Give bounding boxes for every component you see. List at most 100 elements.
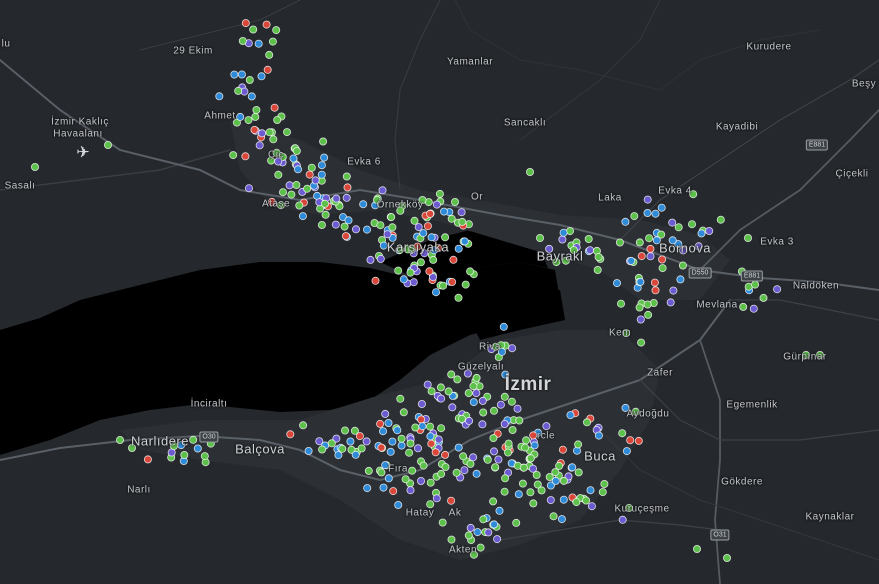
map-marker[interactable] [515, 416, 524, 425]
map-marker[interactable] [292, 146, 301, 155]
map-marker[interactable] [469, 382, 478, 391]
map-marker[interactable] [377, 468, 386, 477]
map-marker[interactable] [586, 246, 595, 255]
map-marker[interactable] [518, 479, 527, 488]
map-marker[interactable] [410, 216, 419, 225]
map-marker[interactable] [396, 394, 405, 403]
map-marker[interactable] [558, 235, 567, 244]
map-marker[interactable] [234, 86, 243, 95]
map-marker[interactable] [378, 427, 387, 436]
map-marker[interactable] [377, 443, 386, 452]
map-marker[interactable] [448, 403, 457, 412]
map-marker[interactable] [473, 528, 482, 537]
map-marker[interactable] [447, 370, 456, 379]
map-marker[interactable] [342, 172, 351, 181]
map-marker[interactable] [658, 255, 667, 264]
map-marker[interactable] [257, 129, 266, 138]
map-marker[interactable] [318, 445, 327, 454]
map-marker[interactable] [425, 422, 434, 431]
map-marker[interactable] [460, 466, 469, 475]
map-marker[interactable] [759, 293, 768, 302]
map-marker[interactable] [454, 443, 463, 452]
map-marker[interactable] [304, 446, 313, 455]
map-marker[interactable] [237, 70, 246, 79]
map-marker[interactable] [254, 39, 263, 48]
map-marker[interactable] [327, 439, 336, 448]
map-marker[interactable] [397, 441, 406, 450]
map-marker[interactable] [289, 154, 298, 163]
map-marker[interactable] [438, 518, 447, 527]
map-marker[interactable] [489, 447, 498, 456]
map-marker[interactable] [401, 475, 410, 484]
map-marker[interactable] [180, 450, 189, 459]
map-marker[interactable] [399, 275, 408, 284]
map-marker[interactable] [484, 528, 493, 537]
map-marker[interactable] [193, 444, 202, 453]
map-marker[interactable] [411, 423, 420, 432]
map-marker[interactable] [454, 244, 463, 253]
map-marker[interactable] [379, 483, 388, 492]
map-marker[interactable] [317, 161, 326, 170]
map-marker[interactable] [397, 434, 406, 443]
map-marker[interactable] [529, 431, 538, 440]
map-marker[interactable] [320, 199, 329, 208]
map-marker[interactable] [419, 461, 428, 470]
map-marker[interactable] [529, 499, 538, 508]
map-marker[interactable] [419, 229, 428, 238]
map-marker[interactable] [437, 424, 446, 433]
map-marker[interactable] [344, 216, 353, 225]
map-marker[interactable] [626, 436, 635, 445]
map-marker[interactable] [559, 228, 568, 237]
map-marker[interactable] [366, 255, 375, 264]
map-marker[interactable] [635, 238, 644, 247]
map-marker[interactable] [637, 252, 646, 261]
map-marker[interactable] [423, 380, 432, 389]
map-marker[interactable] [434, 435, 443, 444]
map-marker[interactable] [472, 373, 481, 382]
map-marker[interactable] [586, 486, 595, 495]
map-marker[interactable] [723, 554, 732, 563]
map-marker[interactable] [388, 223, 397, 232]
map-marker[interactable] [744, 233, 753, 242]
map-marker[interactable] [584, 234, 593, 243]
map-marker[interactable] [293, 165, 302, 174]
map-marker[interactable] [526, 454, 535, 463]
map-marker[interactable] [479, 408, 488, 417]
map-marker[interactable] [457, 208, 466, 217]
map-marker[interactable] [383, 230, 392, 239]
map-marker[interactable] [351, 225, 360, 234]
map-marker[interactable] [476, 543, 485, 552]
map-marker[interactable] [594, 431, 603, 440]
map-marker[interactable] [387, 213, 396, 222]
map-marker[interactable] [251, 112, 260, 121]
map-marker[interactable] [489, 434, 498, 443]
map-marker[interactable] [493, 535, 502, 544]
map-marker[interactable] [432, 200, 441, 209]
map-marker[interactable] [346, 437, 355, 446]
map-marker[interactable] [357, 444, 366, 453]
map-marker[interactable] [469, 453, 478, 462]
map-marker[interactable] [413, 444, 422, 453]
map-marker[interactable] [678, 261, 687, 270]
map-marker[interactable] [627, 256, 636, 265]
map-marker[interactable] [376, 419, 385, 428]
map-marker[interactable] [311, 176, 320, 185]
map-marker[interactable] [371, 276, 380, 285]
map-marker[interactable] [273, 116, 282, 125]
map-marker[interactable] [491, 463, 500, 472]
map-marker[interactable] [644, 310, 653, 319]
map-marker[interactable] [636, 277, 645, 286]
map-marker[interactable] [439, 207, 448, 216]
map-marker[interactable] [551, 476, 560, 485]
map-marker[interactable] [305, 170, 314, 179]
map-marker[interactable] [417, 415, 426, 424]
map-marker[interactable] [229, 151, 238, 160]
map-marker[interactable] [241, 19, 250, 28]
map-marker[interactable] [441, 450, 450, 459]
map-marker[interactable] [450, 197, 459, 206]
map-marker[interactable] [384, 418, 393, 427]
map-marker[interactable] [693, 545, 702, 554]
map-marker[interactable] [773, 285, 782, 294]
map-marker[interactable] [274, 170, 283, 179]
map-marker[interactable] [676, 275, 685, 284]
